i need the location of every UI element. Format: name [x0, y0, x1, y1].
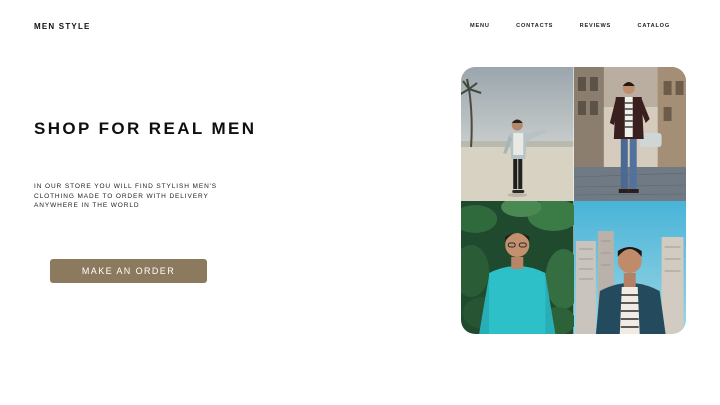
hero-title: SHOP FOR REAL MEN — [34, 119, 257, 138]
brand-logo[interactable]: MEN STYLE — [34, 22, 91, 31]
photo-man-street-walking — [573, 67, 686, 201]
main-nav: MENU CONTACTS REVIEWS CATALOG — [470, 23, 670, 29]
photo-man-teal-shirt-plants — [461, 201, 574, 334]
nav-reviews[interactable]: REVIEWS — [580, 23, 611, 29]
photo-man-beach-skateboard — [461, 67, 574, 201]
make-order-button[interactable]: MAKE AN ORDER — [50, 259, 207, 283]
nav-contacts[interactable]: CONTACTS — [516, 23, 553, 29]
photo-gallery — [461, 67, 686, 334]
photo-man-striped-shirt-city — [573, 201, 686, 334]
nav-catalog[interactable]: CATALOG — [638, 23, 670, 29]
nav-menu[interactable]: MENU — [470, 23, 490, 29]
hero-description: IN OUR STORE YOU WILL FIND STYLISH MEN'S… — [34, 183, 218, 209]
